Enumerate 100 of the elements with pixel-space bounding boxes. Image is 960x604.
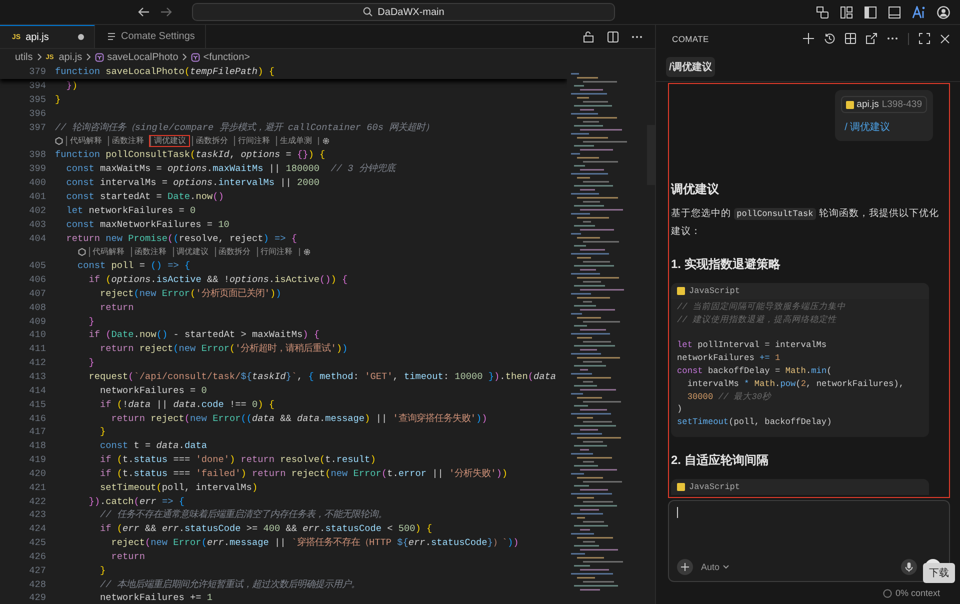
- codelens-link[interactable]: 调优建议: [150, 136, 189, 146]
- line-number: 400: [28, 177, 47, 188]
- code-line: }: [99, 426, 106, 438]
- layout-icon[interactable]: [816, 6, 829, 18]
- chevron-icon: [86, 53, 92, 61]
- file-chip[interactable]: api.js L398-439: [840, 96, 927, 113]
- code-line: if (!data || data.code !== 0) {: [99, 398, 275, 410]
- line-number: 420: [28, 468, 47, 479]
- code-line: }: [88, 316, 94, 327]
- code-line: reject(new Error('分析页面已关闭')): [99, 286, 282, 300]
- line-number: 424: [28, 523, 47, 534]
- code-line: // 本地后端重启期间允许短暂重试，超过次数后明确提示用户。: [99, 578, 360, 591]
- line-number: 428: [28, 578, 47, 590]
- symbol-icon: [191, 52, 200, 62]
- line-number: 405: [28, 260, 47, 272]
- codelens-link[interactable]: 函数注释: [108, 136, 147, 146]
- chevron-icon: [36, 53, 42, 61]
- cube-icon[interactable]: [78, 248, 86, 256]
- code-line: function saveLocalPhoto(tempFilePath) {: [55, 66, 274, 78]
- code-line: if (t.status === 'failed') return reject(new Error(t.error || '分析失败')): [99, 466, 508, 480]
- codelens-link[interactable]: 代码解释: [88, 246, 128, 257]
- split-editor-icon[interactable]: [607, 30, 619, 42]
- ai-icon[interactable]: [912, 6, 926, 18]
- chevron-icon: [182, 53, 188, 61]
- cube-icon[interactable]: [55, 137, 63, 146]
- codelens-link[interactable]: 行间注释: [256, 246, 296, 257]
- line-number: 407: [28, 288, 47, 299]
- code-line: // 当前固定间隔可能导致服务端压力集中: [677, 302, 846, 312]
- line-number: 406: [28, 274, 47, 286]
- section-heading: 1. 实现指数退避策略: [671, 256, 782, 273]
- panel-icon[interactable]: [888, 6, 901, 18]
- settings-icon[interactable]: [318, 137, 330, 146]
- chevron-down-icon: [722, 565, 729, 569]
- add-icon[interactable]: [677, 559, 693, 575]
- line-number: 395: [28, 94, 47, 106]
- line-number: 379: [28, 66, 47, 78]
- fullscreen-icon[interactable]: [919, 33, 930, 44]
- plus-icon[interactable]: [803, 33, 814, 44]
- code-line: }: [88, 357, 94, 368]
- back-icon[interactable]: [138, 7, 150, 17]
- code-line: const maxNetworkFailures = 10: [65, 218, 230, 230]
- code-line: 30000 // 最大30秒: [686, 392, 772, 402]
- codelens-link[interactable]: 函数拆分: [214, 246, 254, 257]
- line-number: 399: [28, 163, 47, 174]
- codelens-link[interactable]: 代码解释: [66, 136, 105, 146]
- line-number: 411: [28, 343, 47, 354]
- line-number: 425: [28, 537, 47, 548]
- more-icon[interactable]: [887, 37, 898, 40]
- code-line: return new Promise((resolve, reject) => {: [65, 232, 298, 244]
- breadcrumb-item[interactable]: saveLocalPhoto: [95, 52, 178, 62]
- progress-ring-icon: [883, 588, 892, 598]
- external-link-icon[interactable]: [866, 33, 877, 44]
- code-line: if (t.status === 'done') return resolve(t.result): [99, 454, 376, 466]
- line-number: 417: [28, 426, 47, 438]
- codelens-link[interactable]: 函数注释: [130, 246, 170, 257]
- mode-dropdown[interactable]: Auto: [701, 562, 729, 572]
- code-line: let pollInterval = intervalMs: [677, 340, 827, 350]
- code-line: networkFailures += 1: [677, 353, 780, 364]
- microphone-icon[interactable]: [901, 559, 917, 575]
- code-line: return reject(new Error((data && data.message) || '查询穿搭任务失败')): [110, 412, 488, 425]
- search-field[interactable]: DaDaWX-main: [192, 3, 615, 21]
- line-number: 394: [28, 80, 47, 92]
- line-number: 404: [28, 232, 47, 244]
- line-number: 397: [28, 122, 47, 133]
- javascript-icon: [677, 482, 685, 491]
- line-number: 401: [28, 191, 47, 202]
- language-label: JavaScript: [689, 482, 740, 492]
- editor-tab[interactable]: Comate Settings: [95, 25, 206, 48]
- line-number: 396: [28, 108, 47, 119]
- answer-paragraph: 基于您选中的 pollConsultTask 轮询函数，我提供以下优化建议：: [671, 207, 939, 239]
- code-line: function pollConsultTask(taskId, options = {}) {: [55, 149, 326, 160]
- grid-icon[interactable]: [840, 6, 853, 18]
- code-line: return reject(new Error('分析超时，请稍后重试')): [99, 342, 348, 356]
- settings-icon[interactable]: [298, 248, 310, 256]
- breadcrumb-item[interactable]: <function>: [191, 52, 250, 62]
- code-line: if (err && err.statusCode >= 400 && err.statusCode < 500) {: [99, 523, 432, 534]
- line-number: 419: [28, 454, 47, 466]
- grid-icon[interactable]: [845, 33, 856, 44]
- codelens-link[interactable]: 函数拆分: [192, 136, 231, 146]
- command-chip[interactable]: /调优建议: [666, 56, 715, 76]
- code-line: reject(new Error(err.message || `穿搭任务不存在（HTTP ${err.statusCode}）`)): [110, 536, 519, 550]
- code-line: }).catch(err => {: [88, 496, 184, 507]
- line-number: 403: [28, 218, 47, 230]
- codelens-link[interactable]: 调优建议: [172, 246, 212, 257]
- code-line: const poll = () => {: [76, 260, 190, 272]
- breadcrumb-item[interactable]: utils: [15, 52, 33, 62]
- account-icon[interactable]: [937, 6, 950, 18]
- tooltip: 下载: [923, 563, 955, 583]
- context-usage: 0% context: [895, 588, 940, 598]
- codelens-link[interactable]: 行间注释: [234, 136, 273, 146]
- close-icon[interactable]: [940, 34, 950, 44]
- code-line: setTimeout(poll, backoffDelay): [677, 417, 832, 428]
- history-icon[interactable]: [824, 33, 835, 44]
- code-line: networkFailures = 0: [99, 384, 207, 396]
- line-number: 416: [28, 412, 47, 424]
- more-icon[interactable]: [631, 34, 643, 38]
- forward-icon[interactable]: [160, 7, 172, 17]
- codelens-link[interactable]: 生成单测: [276, 136, 315, 146]
- javascript-icon: [677, 287, 685, 295]
- sidebar-icon[interactable]: [864, 6, 877, 18]
